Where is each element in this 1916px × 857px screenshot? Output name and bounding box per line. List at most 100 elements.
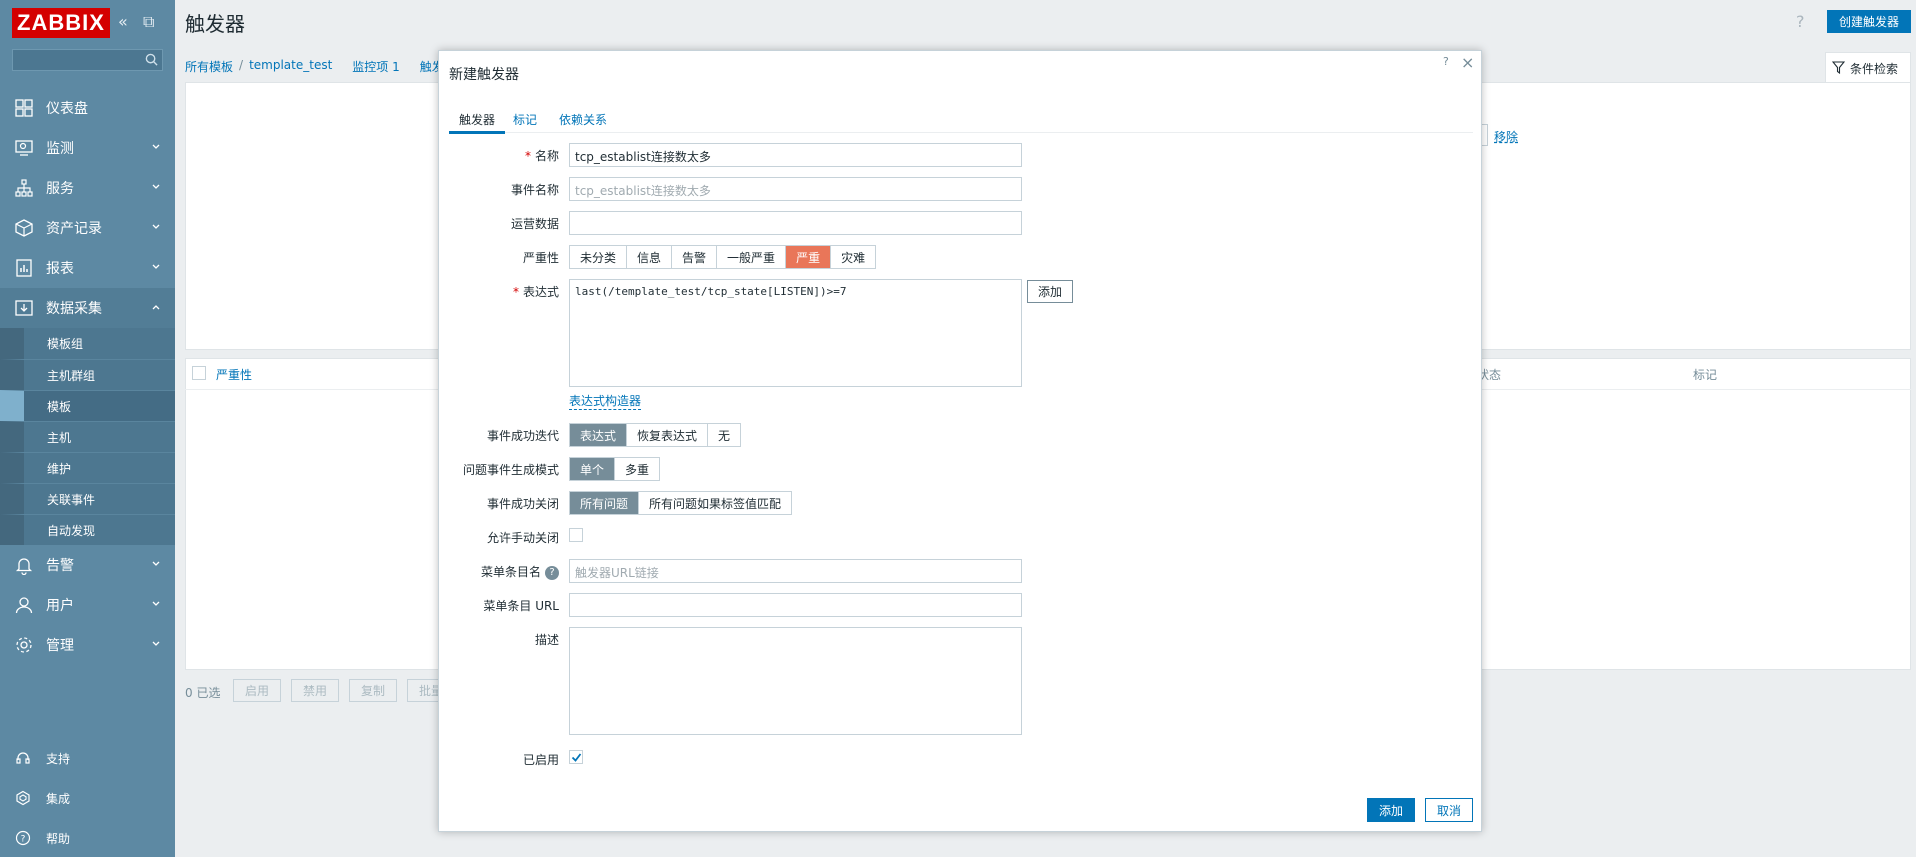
subnav-hosts[interactable]: 主机 [0,421,175,452]
cancel-button[interactable]: 取消 [1425,798,1473,822]
breadcrumb-items[interactable]: 监控项 1 [352,58,399,75]
nav-item-inventory[interactable]: 资产记录 [0,208,175,248]
filter-icon [1832,61,1845,74]
nav-item-help[interactable]: ? 帮助 [0,818,175,857]
menu-name-label-text: 菜单条目名 [480,565,541,579]
severity-average[interactable]: 一般严重 [717,246,787,268]
nav-label: 用户 [46,598,74,614]
nav-label: 仪表盘 [46,101,88,117]
enabled-checkbox[interactable] [569,750,583,764]
select-all-checkbox[interactable] [192,366,206,380]
gear-icon [16,637,32,653]
filter-tab[interactable]: 条件检索 [1825,52,1911,82]
recovery-expression[interactable]: 表达式 [570,424,628,446]
tab-tags[interactable]: 标记 [513,111,537,128]
svg-text:?: ? [21,835,26,845]
subnav-host-groups[interactable]: 主机群组 [0,359,175,390]
tab-trigger[interactable]: 触发器 [459,111,495,128]
nav-item-alerts[interactable]: 告警 [0,545,175,585]
filter-remove-link[interactable]: 移除 [1494,128,1518,145]
problem-mode-single[interactable]: 单个 [570,458,616,480]
nav-item-dashboard[interactable]: 仪表盘 [0,88,175,128]
monitoring-icon [15,140,33,156]
column-severity[interactable]: 严重性 [216,366,252,383]
dashboard-icon [15,99,33,117]
expression-add-button[interactable]: 添加 [1027,280,1074,303]
event-name-input[interactable]: tcp_establist连接数太多 [569,177,1022,201]
dialog-title: 新建触发器 [449,67,519,83]
subnav-templates[interactable]: 模板 [0,390,175,421]
recovery-label: 事件成功迭代 [486,429,559,443]
expression-textarea[interactable]: last(/template_test/tcp_state[LISTEN])>=… [569,279,1022,387]
enable-button[interactable]: 启用 [233,679,281,702]
description-textarea[interactable] [569,627,1022,735]
subnav-template-groups[interactable]: 模板组 [0,328,175,359]
severity-information[interactable]: 信息 [627,246,673,268]
menu-url-input[interactable] [569,593,1022,617]
add-button[interactable]: 添加 [1367,798,1415,822]
nav-label: 告警 [46,558,74,574]
severity-disaster[interactable]: 灾难 [831,246,876,268]
nav-item-support[interactable]: 支持 [0,738,175,778]
double-chevron-left-icon[interactable]: « [118,12,128,31]
disable-button[interactable]: 禁用 [291,679,339,702]
dialog-help-icon[interactable]: ? [1443,55,1449,68]
severity-warning[interactable]: 告警 [672,246,718,268]
problem-mode-multiple[interactable]: 多重 [615,458,660,480]
breadcrumb-separator: / [239,58,244,72]
expression-constructor-link[interactable]: 表达式构造器 [569,392,642,410]
subnav-maintenance[interactable]: 维护 [0,452,175,483]
nav-item-integrations[interactable]: 集成 [0,778,175,818]
integrations-icon [16,790,30,806]
headset-icon [16,752,30,764]
copy-button[interactable]: 复制 [349,679,397,702]
breadcrumb-all-templates[interactable]: 所有模板 [185,58,233,75]
zabbix-logo[interactable]: ZABBIX [12,8,110,38]
sidebar: ZABBIX « ⧉ 仪表盘 监测 服务 资产记录 报表 数据采集 模板组 主机… [0,0,175,857]
required-marker: * [524,149,531,163]
page-title: 触发器 [185,12,245,36]
severity-not-classified[interactable]: 未分类 [570,246,628,268]
name-input[interactable]: tcp_establist连接数太多 [569,143,1022,167]
tab-label: 触发器 [459,113,496,127]
recovery-recovery-expression[interactable]: 恢复表达式 [627,424,709,446]
nav-item-data-collection[interactable]: 数据采集 [0,288,175,328]
nav-item-monitoring[interactable]: 监测 [0,128,175,168]
tab-dependencies[interactable]: 依赖关系 [559,111,607,128]
search-icon[interactable] [145,53,158,66]
help-icon: ? [15,830,31,846]
opdata-input[interactable] [569,211,1022,235]
user-icon [15,597,33,614]
problem-mode-label: 问题事件生成模式 [462,463,559,477]
window-icon[interactable]: ⧉ [143,12,154,32]
nav-label: 资产记录 [46,221,102,237]
nav-label: 帮助 [46,831,71,846]
nav-item-users[interactable]: 用户 [0,585,175,625]
column-tags: 标记 [1693,368,1718,382]
menu-name-label: 菜单条目名? [339,563,559,580]
help-question-icon[interactable]: ? [545,565,559,580]
severity-high[interactable]: 严重 [786,246,832,268]
ok-close-all[interactable]: 所有问题 [570,492,640,514]
help-icon[interactable]: ? [1796,12,1805,31]
ok-close-tag-match[interactable]: 所有问题如果标签值匹配 [639,492,792,514]
ok-close-label: 事件成功关闭 [486,497,559,511]
menu-name-input[interactable]: 触发器URL链接 [569,559,1022,583]
create-trigger-button[interactable]: 创建触发器 [1827,10,1911,33]
chevron-down-icon [152,224,160,229]
subnav-event-correlation[interactable]: 关联事件 [0,483,175,514]
recovery-none[interactable]: 无 [708,424,741,446]
subnav-discovery[interactable]: 自动发现 [0,514,175,545]
breadcrumb: 所有模板 / template_test 监控项 1 触发 [185,58,444,75]
breadcrumb-template[interactable]: template_test [249,58,332,75]
nav-item-administration[interactable]: 管理 [0,625,175,665]
expression-label-text: 表达式 [522,285,559,299]
problem-mode-selector: 单个 多重 [569,457,661,481]
manual-close-checkbox[interactable] [569,528,583,542]
chevron-down-icon [152,601,160,606]
close-icon[interactable]: × [1461,53,1474,72]
nav-item-reports[interactable]: 报表 [0,248,175,288]
recovery-selector: 表达式 恢复表达式 无 [569,423,742,447]
nav-item-services[interactable]: 服务 [0,168,175,208]
sidebar-search-input[interactable] [12,49,163,71]
